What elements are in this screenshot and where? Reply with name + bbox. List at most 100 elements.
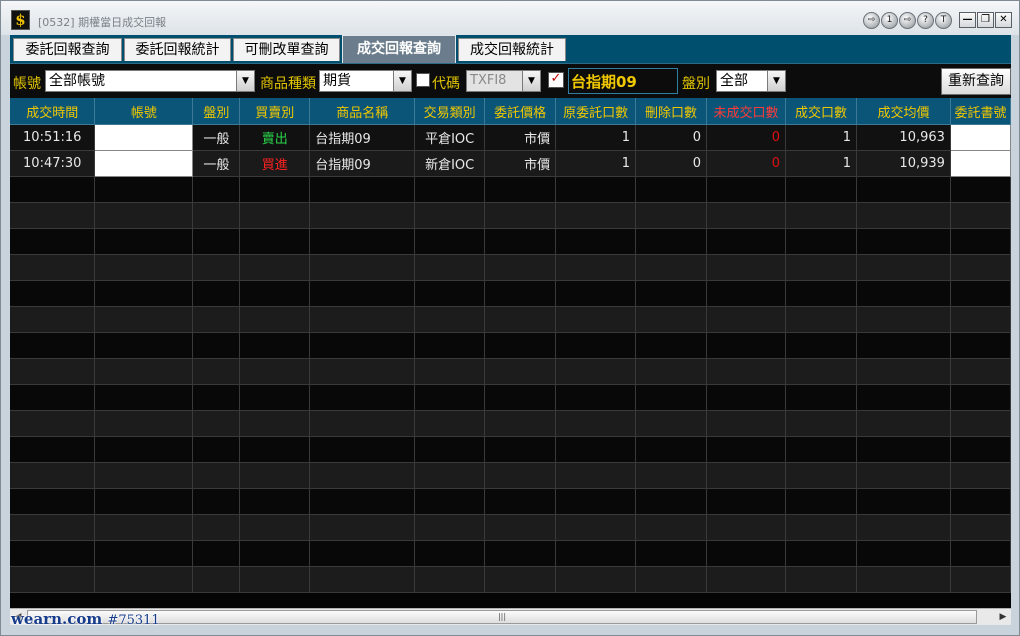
minimize-button[interactable]: — xyxy=(959,12,976,28)
empty-cell xyxy=(950,514,1011,541)
empty-cell xyxy=(239,332,311,359)
topmost-icon[interactable]: T xyxy=(935,12,952,29)
col-header-account[interactable]: 帳號 xyxy=(94,98,194,125)
empty-cell xyxy=(414,384,486,411)
link-arrow-icon[interactable]: ⇨ xyxy=(863,12,880,29)
col-header-order-no[interactable]: 委託書號 xyxy=(950,98,1011,125)
session-label: 盤別 xyxy=(682,76,710,92)
empty-cell xyxy=(856,332,951,359)
symbol-checkbox[interactable]: ✓ xyxy=(548,72,564,88)
empty-cell xyxy=(706,410,787,437)
empty-cell xyxy=(309,228,416,255)
empty-cell xyxy=(414,332,486,359)
empty-cell xyxy=(555,176,637,203)
help-icon[interactable]: ? xyxy=(917,12,934,29)
empty-cell xyxy=(94,280,194,307)
empty-cell xyxy=(635,176,708,203)
empty-cell xyxy=(309,488,416,515)
horizontal-scrollbar[interactable]: ◀ ||| ▶ xyxy=(10,608,1011,626)
empty-cell xyxy=(950,202,1011,229)
col-header-trade-type[interactable]: 交易類別 xyxy=(414,98,486,125)
empty-cell xyxy=(414,280,486,307)
col-header-orig-qty[interactable]: 原委託口數 xyxy=(555,98,637,125)
code-select[interactable]: TXFI8 ▼ xyxy=(466,70,541,92)
empty-cell xyxy=(94,384,194,411)
empty-cell xyxy=(635,384,708,411)
product-type-select[interactable]: 期貨 ▼ xyxy=(319,70,412,92)
account-select[interactable]: 全部帳號 ▼ xyxy=(45,70,255,92)
scrollbar-thumb[interactable]: ||| xyxy=(27,610,977,624)
empty-cell xyxy=(950,410,1011,437)
col-header-time[interactable]: 成交時間 xyxy=(10,98,96,125)
empty-cell xyxy=(706,176,787,203)
empty-cell xyxy=(635,228,708,255)
col-header-avg-price[interactable]: 成交均價 xyxy=(856,98,951,125)
requery-button[interactable]: 重新查詢 xyxy=(941,68,1011,95)
empty-cell xyxy=(785,228,857,255)
empty-cell xyxy=(555,254,637,281)
col-header-price[interactable]: 委託價格 xyxy=(484,98,557,125)
empty-cell xyxy=(484,358,557,385)
col-header-side[interactable]: 買賣別 xyxy=(239,98,311,125)
empty-cell xyxy=(785,176,857,203)
empty-cell xyxy=(856,566,951,593)
code-select-value: TXFI8 xyxy=(470,73,507,88)
empty-cell xyxy=(414,254,486,281)
empty-cell xyxy=(950,488,1011,515)
empty-cell xyxy=(239,410,311,437)
empty-cell xyxy=(239,384,311,411)
empty-cell xyxy=(635,462,708,489)
col-header-product[interactable]: 商品名稱 xyxy=(309,98,416,125)
empty-cell xyxy=(555,332,637,359)
empty-cell xyxy=(10,436,96,463)
table-row[interactable]: 10:47:30 一般 買進 台指期09 新倉IOC 市價 1 0 0 1 10… xyxy=(10,150,1011,177)
col-header-session[interactable]: 盤別 xyxy=(192,98,241,125)
empty-cell xyxy=(192,280,241,307)
scroll-right-icon[interactable]: ▶ xyxy=(995,609,1011,625)
empty-cell xyxy=(309,514,416,541)
session-select[interactable]: 全部 ▼ xyxy=(716,70,786,92)
table-row[interactable]: 10:51:16 一般 賣出 台指期09 平倉IOC 市價 1 0 0 1 10… xyxy=(10,124,1011,151)
tab-fill-report-query[interactable]: 成交回報查詢 xyxy=(342,35,456,63)
close-button[interactable]: ✕ xyxy=(995,12,1012,28)
empty-cell xyxy=(10,566,96,593)
empty-cell xyxy=(555,540,637,567)
empty-cell xyxy=(309,202,416,229)
empty-cell xyxy=(414,540,486,567)
chevron-down-icon[interactable]: ▼ xyxy=(522,71,540,91)
empty-cell xyxy=(950,384,1011,411)
empty-cell xyxy=(414,566,486,593)
chevron-down-icon[interactable]: ▼ xyxy=(393,71,411,91)
empty-cell xyxy=(706,462,787,489)
empty-cell xyxy=(94,488,194,515)
empty-cell xyxy=(484,384,557,411)
tab-order-report-stats[interactable]: 委託回報統計 xyxy=(124,38,231,61)
tab-modifiable-orders[interactable]: 可刪改單查詢 xyxy=(233,38,340,61)
empty-cell xyxy=(484,280,557,307)
empty-cell xyxy=(785,436,857,463)
tab-fill-report-stats[interactable]: 成交回報統計 xyxy=(458,38,566,61)
col-header-del-qty[interactable]: 刪除口數 xyxy=(635,98,708,125)
export-icon[interactable]: ⇨ xyxy=(899,12,916,29)
empty-cell xyxy=(192,358,241,385)
empty-cell xyxy=(94,514,194,541)
empty-cell xyxy=(950,280,1011,307)
empty-cell xyxy=(856,228,951,255)
col-header-unfilled-qty[interactable]: 未成交口數 xyxy=(706,98,787,125)
empty-cell xyxy=(785,566,857,593)
empty-cell xyxy=(10,176,96,203)
empty-cell xyxy=(555,358,637,385)
empty-cell xyxy=(192,566,241,593)
empty-cell xyxy=(10,254,96,281)
chevron-down-icon[interactable]: ▼ xyxy=(236,71,254,91)
tab-order-report-query[interactable]: 委託回報查詢 xyxy=(13,38,122,61)
code-checkbox[interactable] xyxy=(416,73,430,87)
empty-cell xyxy=(309,540,416,567)
chevron-down-icon[interactable]: ▼ xyxy=(767,71,785,91)
cell-orig-qty: 1 xyxy=(555,150,637,177)
maximize-button[interactable]: ❐ xyxy=(977,12,994,28)
info-one-icon[interactable]: 1 xyxy=(881,12,898,29)
empty-row xyxy=(10,566,1011,593)
watermark-site: wearn.com xyxy=(11,610,103,628)
col-header-filled-qty[interactable]: 成交口數 xyxy=(785,98,857,125)
